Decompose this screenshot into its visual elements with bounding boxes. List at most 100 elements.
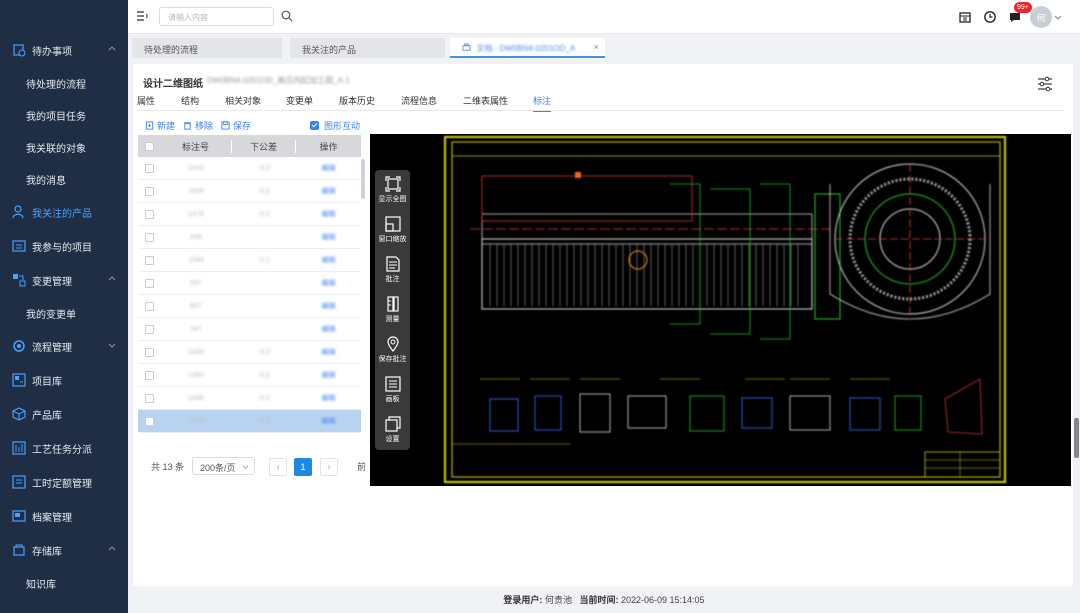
tool-label: 批注 bbox=[385, 276, 400, 283]
table-row[interactable]: 597 编辑 bbox=[138, 272, 361, 295]
table-row[interactable]: 1528 -0.2 编辑 bbox=[138, 410, 361, 433]
tab-attributes[interactable]: 属性 bbox=[137, 94, 155, 107]
sidebar-item-messages[interactable]: 我的消息 bbox=[0, 163, 128, 195]
cell-lower-tolerance: -0.2 bbox=[257, 371, 271, 379]
edit-link[interactable]: 编辑 bbox=[322, 418, 336, 425]
tab-followed-products[interactable]: 我关注的产品 bbox=[290, 38, 445, 58]
edit-link[interactable]: 编辑 bbox=[322, 234, 336, 241]
table-row[interactable]: 1610 -0.2 编辑 bbox=[138, 157, 361, 180]
top-icons: 99+ 何 bbox=[947, 2, 1062, 29]
tab-change-orders[interactable]: 变更单 bbox=[286, 94, 313, 107]
prev-page-button[interactable]: ‹ bbox=[269, 458, 287, 476]
sidebar-group-archive[interactable]: 档案管理 bbox=[0, 499, 128, 533]
table-row[interactable]: 1498 -0.2 编辑 bbox=[138, 387, 361, 410]
menu-toggle-icon[interactable] bbox=[136, 10, 148, 22]
edit-link[interactable]: 编辑 bbox=[322, 303, 336, 310]
sidebar-group-label: 项目库 bbox=[32, 376, 62, 388]
sidebar-group-storage[interactable]: 存储库 bbox=[0, 533, 128, 567]
drawing-board-button[interactable]: 画板 bbox=[375, 376, 410, 404]
sidebar-group-task-assign[interactable]: 工艺任务分派 bbox=[0, 431, 128, 465]
window-zoom-button[interactable]: 窗口缩放 bbox=[375, 216, 410, 244]
edit-link[interactable]: 编辑 bbox=[322, 165, 336, 172]
sidebar-item-knowledge[interactable]: 知识库 bbox=[0, 567, 128, 599]
sidebar-group-todo[interactable]: 待办事项 bbox=[0, 33, 128, 67]
row-checkbox[interactable] bbox=[144, 393, 154, 403]
remove-button[interactable]: 移除 bbox=[183, 119, 213, 132]
file-add-icon bbox=[145, 121, 154, 130]
row-checkbox[interactable] bbox=[144, 209, 154, 219]
search-icon[interactable] bbox=[281, 10, 293, 22]
table-row[interactable]: 547 编辑 bbox=[138, 318, 361, 341]
table-row[interactable]: 436 编辑 bbox=[138, 226, 361, 249]
avatar[interactable]: 何 bbox=[1030, 6, 1052, 28]
row-checkbox[interactable] bbox=[144, 301, 154, 311]
table-row[interactable]: 1589 -0.2 编辑 bbox=[138, 249, 361, 272]
next-page-button[interactable]: › bbox=[320, 458, 338, 476]
search-input[interactable]: 请输入内容 bbox=[159, 7, 274, 26]
row-checkbox[interactable] bbox=[144, 347, 154, 357]
edit-link[interactable]: 编辑 bbox=[322, 326, 336, 333]
sidebar-group-project-lib[interactable]: 项目库 bbox=[0, 363, 128, 397]
page-size-select[interactable]: 200条/页 bbox=[192, 457, 255, 475]
sidebar-group-label: 我参与的项目 bbox=[32, 242, 92, 254]
tab-close-button[interactable]: × bbox=[594, 42, 599, 52]
sidebar-group-my-projects[interactable]: 我参与的项目 bbox=[0, 229, 128, 263]
table-scrollbar[interactable] bbox=[361, 159, 365, 199]
row-checkbox[interactable] bbox=[144, 186, 154, 196]
table-row[interactable]: 1478 -0.2 编辑 bbox=[138, 203, 361, 226]
current-page-button[interactable]: 1 bbox=[294, 458, 312, 476]
page-scrollbar[interactable] bbox=[1074, 418, 1079, 458]
tab-structure[interactable]: 结构 bbox=[181, 94, 199, 107]
edit-link[interactable]: 编辑 bbox=[322, 257, 336, 264]
cad-drawing-viewer[interactable]: 显示全图 窗口缩放 批注 测量 保存批注 画板 设置 bbox=[370, 134, 1071, 486]
sidebar-group-change[interactable]: 变更管理 bbox=[0, 263, 128, 297]
edit-link[interactable]: 编辑 bbox=[322, 372, 336, 379]
row-checkbox[interactable] bbox=[144, 232, 154, 242]
tab-version-history[interactable]: 版本历史 bbox=[339, 94, 375, 107]
sidebar-item-my-tasks[interactable]: 我的项目任务 bbox=[0, 99, 128, 131]
save-annotation-button[interactable]: 保存批注 bbox=[375, 336, 410, 364]
sidebar-group-hours[interactable]: 工时定额管理 bbox=[0, 465, 128, 499]
sidebar-item-related-objects[interactable]: 我关联的对象 bbox=[0, 131, 128, 163]
fit-all-button[interactable]: 显示全图 bbox=[375, 176, 410, 204]
sidebar-group-workflow[interactable]: 流程管理 bbox=[0, 329, 128, 363]
row-checkbox[interactable] bbox=[144, 278, 154, 288]
table-row[interactable]: 1430 -0.2 编辑 bbox=[138, 341, 361, 364]
select-all-checkbox[interactable] bbox=[144, 141, 154, 151]
edit-link[interactable]: 编辑 bbox=[322, 280, 336, 287]
edit-link[interactable]: 编辑 bbox=[322, 211, 336, 218]
table-row[interactable]: 1450 -0.2 编辑 bbox=[138, 364, 361, 387]
filter-settings-icon[interactable] bbox=[1037, 76, 1053, 92]
header-lower-tolerance: 下公差 bbox=[232, 139, 296, 153]
notification-button[interactable]: 99+ bbox=[1008, 2, 1032, 24]
row-checkbox[interactable] bbox=[144, 255, 154, 265]
row-checkbox[interactable] bbox=[144, 370, 154, 380]
row-checkbox[interactable] bbox=[144, 163, 154, 173]
settings-button[interactable]: 设置 bbox=[375, 416, 410, 444]
edit-link[interactable]: 编辑 bbox=[322, 395, 336, 402]
sidebar-group-followed-products[interactable]: 我关注的产品 bbox=[0, 195, 128, 229]
chevron-down-icon bbox=[242, 465, 249, 469]
sidebar-item-my-changes[interactable]: 我的变更单 bbox=[0, 297, 128, 329]
edit-link[interactable]: 编辑 bbox=[322, 188, 336, 195]
tab-2d-table-attrs[interactable]: 二维表属性 bbox=[463, 94, 508, 107]
table-row[interactable]: 1609 -0.2 编辑 bbox=[138, 180, 361, 203]
chevron-down-icon[interactable] bbox=[1054, 13, 1062, 21]
edit-link[interactable]: 编辑 bbox=[322, 349, 336, 356]
measure-button[interactable]: 测量 bbox=[375, 296, 410, 324]
row-checkbox[interactable] bbox=[144, 324, 154, 334]
tab-pending-flow[interactable]: 待处理的流程 bbox=[132, 38, 282, 58]
tab-related-objects[interactable]: 相关对象 bbox=[225, 94, 261, 107]
sidebar-item-pending-flow[interactable]: 待处理的流程 bbox=[0, 67, 128, 99]
new-button[interactable]: 新建 bbox=[145, 119, 175, 132]
graphic-interaction-toggle[interactable]: 图形互动 bbox=[310, 119, 360, 132]
tab-workflow-info[interactable]: 流程信息 bbox=[401, 94, 437, 107]
row-checkbox[interactable] bbox=[144, 416, 154, 426]
annotate-button[interactable]: 批注 bbox=[375, 256, 410, 284]
save-button[interactable]: 保存 bbox=[221, 119, 251, 132]
tab-document[interactable]: 文档 - DW0BN4-0201OD_A × bbox=[450, 38, 605, 58]
calendar-icon[interactable] bbox=[958, 10, 972, 24]
sidebar-group-product-lib[interactable]: 产品库 bbox=[0, 397, 128, 431]
clock-icon[interactable] bbox=[983, 10, 997, 24]
table-row[interactable]: 807 编辑 bbox=[138, 295, 361, 318]
